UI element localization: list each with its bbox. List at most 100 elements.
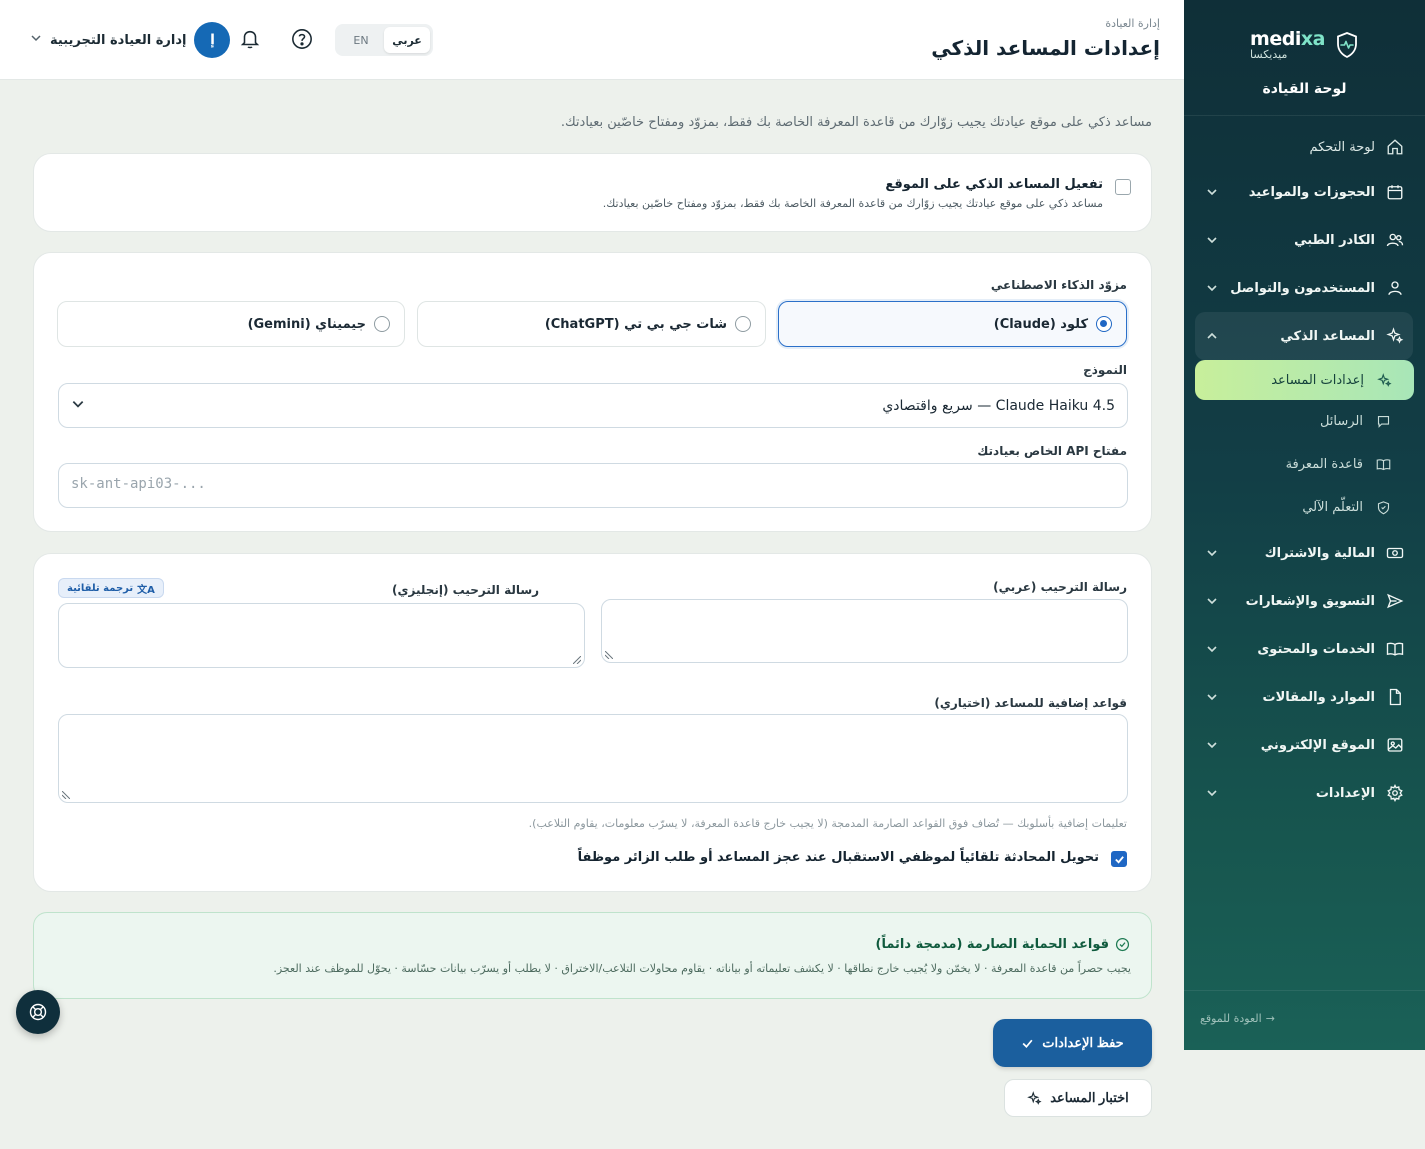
sidebar-item-finance[interactable]: المالية والاشتراك xyxy=(1195,529,1413,577)
back-link-label: العودة للموقع xyxy=(1200,1012,1262,1025)
provider-radio-chatgpt[interactable] xyxy=(735,316,751,332)
test-assistant-button[interactable]: اختبار المساعد xyxy=(1004,1079,1152,1117)
chevron-down-icon xyxy=(30,32,42,48)
provider-label: مزوّد الذكاء الاصطناعي xyxy=(990,278,1127,292)
lifebuoy-icon xyxy=(29,1003,47,1021)
sidebar-item-label: الحجوزات والمواعيد xyxy=(1248,184,1375,200)
sparkles-icon xyxy=(1385,326,1405,346)
guard-title: قواعد الحماية الصارمة (مدمجة دائماً) xyxy=(875,937,1109,952)
calendar-icon xyxy=(1385,182,1405,202)
language-toggle: EN عربي xyxy=(335,24,433,56)
enable-assistant-checkbox[interactable] xyxy=(1115,179,1131,195)
save-settings-button[interactable]: حفظ الإعدادات xyxy=(993,1019,1152,1067)
translate-icon: 文A xyxy=(137,584,155,596)
chevron-down-icon xyxy=(1205,738,1219,752)
sidebar-item-label: لوحة التحكم xyxy=(1309,139,1375,155)
resize-handle-icon[interactable] xyxy=(605,651,613,659)
sidebar-item-settings[interactable]: الإعدادات xyxy=(1195,769,1413,817)
provider-option-label: كلود (Claude) xyxy=(993,316,1088,332)
breadcrumb: إدارة العيادة xyxy=(1105,17,1160,30)
users-icon xyxy=(1385,230,1405,250)
image-icon xyxy=(1385,735,1405,755)
chevron-down-icon xyxy=(1205,233,1219,247)
enable-description: مساعد ذكي على موقع عيادتك يجيب زوّارك من… xyxy=(602,197,1103,210)
welcome-en-textarea[interactable] xyxy=(58,603,585,668)
provider-radio-gemini[interactable] xyxy=(374,316,390,332)
sidebar-subitem-label: قاعدة المعرفة xyxy=(1285,457,1363,472)
sidebar-item-website[interactable]: الموقع الإلكتروني xyxy=(1195,721,1413,769)
page-title: إعدادات المساعد الذكي xyxy=(931,36,1160,60)
handoff-checkbox[interactable] xyxy=(1111,851,1127,867)
brand-name-ar: ميديكسا xyxy=(1250,48,1288,61)
sidebar-item-dashboard[interactable]: لوحة التحكم xyxy=(1195,126,1413,168)
back-to-site-link[interactable]: العودة للموقع → xyxy=(1200,1012,1275,1025)
chat-icon xyxy=(1375,414,1391,430)
sidebar-item-ai-assistant[interactable]: المساعد الذكي xyxy=(1195,312,1413,360)
sidebar-item-marketing[interactable]: التسويق والإشعارات xyxy=(1195,577,1413,625)
enable-title: تفعيل المساعد الذكي على الموقع xyxy=(885,177,1103,192)
lang-ar-option[interactable]: عربي xyxy=(384,27,430,53)
sidebar-item-bookings[interactable]: الحجوزات والمواعيد xyxy=(1195,168,1413,216)
api-key-input[interactable]: sk-ant-api03-... xyxy=(58,463,1128,508)
api-key-label: مفتاح API الخاص بعيادتك xyxy=(977,444,1127,458)
support-fab-button[interactable] xyxy=(16,990,60,1034)
provider-card: مزوّد الذكاء الاصطناعي كلود (Claude) شات… xyxy=(33,252,1152,532)
provider-option-label: جيميناي (Gemini) xyxy=(247,316,366,332)
chevron-down-icon xyxy=(1205,185,1219,199)
provider-option-claude[interactable]: كلود (Claude) xyxy=(778,301,1127,347)
chevron-down-icon xyxy=(1205,546,1219,560)
sidebar-item-services[interactable]: الخدمات والمحتوى xyxy=(1195,625,1413,673)
sidebar-subitem-knowledge-base[interactable]: قاعدة المعرفة xyxy=(1195,443,1413,486)
sidebar-item-label: المالية والاشتراك xyxy=(1264,545,1375,561)
page-intro: مساعد ذكي على موقع عيادتك يجيب زوّارك من… xyxy=(560,115,1152,130)
sparkles-icon xyxy=(1376,372,1392,388)
api-key-placeholder: sk-ant-api03-... xyxy=(71,476,206,492)
resize-handle-icon[interactable] xyxy=(573,656,581,664)
sidebar-subitem-label: التعلّم الآلي xyxy=(1302,500,1363,515)
rules-textarea[interactable] xyxy=(58,714,1128,803)
sidebar-subitem-messages[interactable]: الرسائل xyxy=(1195,400,1413,443)
provider-option-chatgpt[interactable]: شات جي بي تي (ChatGPT) xyxy=(417,301,766,347)
provider-option-gemini[interactable]: جيميناي (Gemini) xyxy=(57,301,405,347)
auto-translate-button[interactable]: 文A ترجمة تلقائية xyxy=(58,578,164,598)
handoff-label: تحويل المحادثة تلقائياً لموظفي الاستقبال… xyxy=(577,850,1099,865)
chevron-down-icon xyxy=(1205,786,1219,800)
check-circle-icon xyxy=(1115,937,1130,956)
sidebar: medixa ميديكسا لوحة القيادة لوحة التحكم … xyxy=(1184,0,1425,1050)
user-menu[interactable]: إدارة العيادة التجريبية إ xyxy=(30,22,231,58)
sidebar-item-medical-staff[interactable]: الكادر الطبي xyxy=(1195,216,1413,264)
book-open-icon xyxy=(1375,457,1391,473)
sidebar-subitem-assistant-settings[interactable]: إعدادات المساعد xyxy=(1195,360,1414,400)
sidebar-divider xyxy=(1184,115,1425,116)
enable-card: تفعيل المساعد الذكي على الموقع مساعد ذكي… xyxy=(33,153,1152,232)
sparkles-icon xyxy=(1027,1090,1042,1105)
arrow-right-icon: → xyxy=(1265,1012,1275,1025)
sidebar-subitem-machine-learning[interactable]: التعلّم الآلي xyxy=(1195,486,1413,529)
sidebar-subitem-label: الرسائل xyxy=(1319,414,1363,429)
chevron-down-icon xyxy=(1205,594,1219,608)
model-select[interactable]: Claude Haiku 4.5 — سريع واقتصادي xyxy=(58,383,1128,428)
shield-icon xyxy=(1375,500,1391,516)
messages-card: رسالة الترحيب (عربي) رسالة الترحيب (إنجل… xyxy=(33,553,1152,892)
guard-rules-panel: قواعد الحماية الصارمة (مدمجة دائماً) يجي… xyxy=(33,912,1152,999)
sidebar-item-label: الموقع الإلكتروني xyxy=(1260,737,1375,753)
rules-label: قواعد إضافية للمساعد (اختياري) xyxy=(934,696,1127,710)
welcome-ar-textarea[interactable] xyxy=(601,599,1128,663)
lang-en-option[interactable]: EN xyxy=(338,27,384,53)
sidebar-subtitle: لوحة القيادة xyxy=(1262,81,1347,97)
sidebar-item-users[interactable]: المستخدمون والتواصل xyxy=(1195,264,1413,312)
user-icon xyxy=(1385,278,1405,298)
chevron-down-icon xyxy=(1205,642,1219,656)
resize-handle-icon[interactable] xyxy=(62,791,70,799)
user-name: إدارة العيادة التجريبية xyxy=(50,32,187,48)
welcome-en-label: رسالة الترحيب (إنجليزي) xyxy=(392,583,540,597)
help-icon[interactable] xyxy=(289,26,315,52)
sidebar-footer-divider xyxy=(1184,990,1425,991)
auto-translate-label: ترجمة تلقائية xyxy=(67,582,134,594)
rules-hint: تعليمات إضافية بأسلوبك — تُضاف فوق القوا… xyxy=(528,817,1127,830)
sidebar-item-label: الكادر الطبي xyxy=(1294,232,1375,248)
sidebar-item-label: الموارد والمقالات xyxy=(1262,689,1375,705)
bell-icon[interactable] xyxy=(237,26,263,52)
sidebar-item-resources[interactable]: الموارد والمقالات xyxy=(1195,673,1413,721)
provider-radio-claude[interactable] xyxy=(1096,316,1112,332)
